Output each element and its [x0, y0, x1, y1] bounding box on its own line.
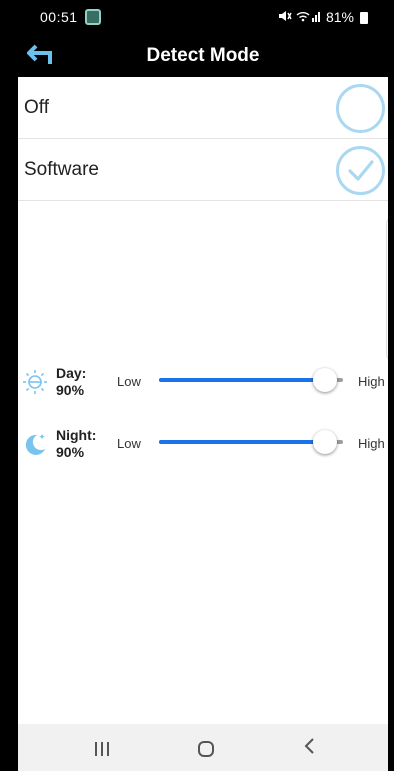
wifi-signal-icon	[296, 10, 322, 25]
day-value: 90%	[56, 382, 85, 398]
day-label: Day:	[56, 365, 87, 381]
radio-checked-icon[interactable]	[336, 146, 385, 195]
app-header: Detect Mode	[18, 34, 388, 77]
day-slider-fill	[159, 378, 325, 382]
screen: 00:51 81% Detect Mode Off Software Day: …	[18, 0, 388, 771]
day-slider-thumb[interactable]	[312, 368, 337, 392]
recent-apps-icon[interactable]	[94, 741, 110, 762]
radio-unchecked-icon[interactable]	[336, 84, 385, 133]
system-nav-bar	[18, 724, 388, 771]
option-label: Software	[24, 159, 99, 180]
night-label: Night:	[56, 427, 97, 443]
night-high-label: High	[358, 436, 385, 451]
status-time: 00:51	[40, 9, 78, 25]
nav-back-icon[interactable]	[303, 737, 315, 759]
day-slider[interactable]	[159, 368, 343, 392]
night-slider[interactable]	[159, 430, 343, 454]
night-slider-row: Night: 90% Low High	[18, 423, 388, 463]
night-value: 90%	[56, 444, 85, 460]
sun-icon	[22, 369, 48, 395]
day-low-label: Low	[117, 374, 141, 389]
bezel-right	[388, 0, 394, 771]
option-off[interactable]: Off	[18, 77, 388, 139]
page-title: Detect Mode	[146, 45, 260, 66]
option-label: Off	[24, 97, 49, 118]
scroll-edge-handle	[386, 216, 388, 362]
night-low-label: Low	[117, 436, 141, 451]
app-notification-icon	[85, 9, 101, 25]
day-high-label: High	[358, 374, 385, 389]
bezel-left	[0, 0, 18, 771]
night-slider-thumb[interactable]	[312, 430, 337, 454]
status-indicators: 81%	[278, 9, 368, 25]
option-software[interactable]: Software	[18, 139, 388, 201]
night-slider-fill	[159, 440, 325, 444]
battery-percent: 81%	[325, 9, 354, 25]
day-slider-row: Day: 90% Low High	[18, 361, 388, 401]
moon-icon	[22, 431, 48, 457]
home-icon[interactable]	[198, 741, 214, 757]
battery-icon	[360, 12, 368, 24]
status-bar: 00:51 81%	[18, 0, 388, 34]
mute-icon	[278, 10, 292, 25]
